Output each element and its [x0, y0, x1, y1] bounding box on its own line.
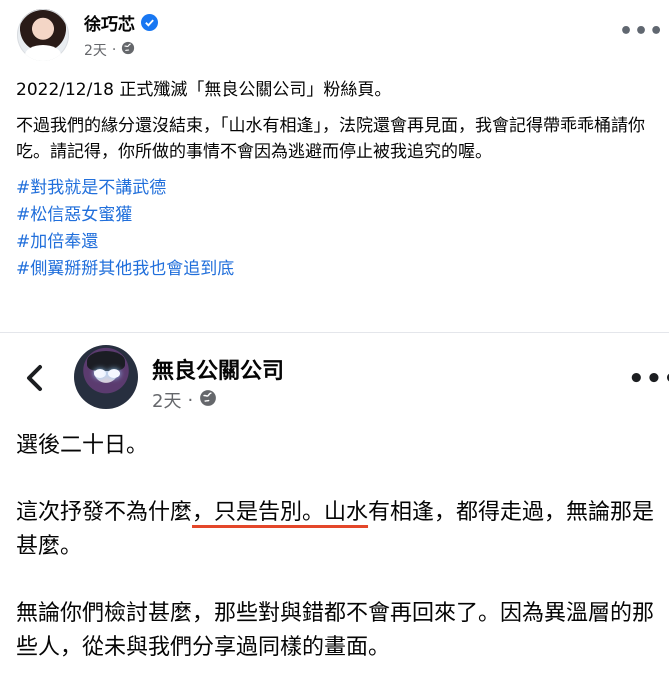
- screenshot-line: 選後二十日。: [16, 433, 149, 458]
- back-arrow-icon[interactable]: [24, 363, 46, 397]
- page-name[interactable]: 無良公關公司: [152, 353, 284, 385]
- screenshot-paragraph: 這次抒發不為什麼，只是告別。山水有相逢，都得走過，無論那是甚麼。: [16, 496, 656, 564]
- hashtag-link[interactable]: #側翼掰掰其他我也會追到底: [16, 256, 656, 283]
- avatar-shirt: [25, 45, 61, 61]
- more-options-icon[interactable]: •••: [628, 366, 669, 392]
- post-paragraph: 2022/12/18 正式殲滅「無良公關公司」粉絲頁。: [16, 80, 392, 100]
- hashtag-list: #對我就是不講武德 #松信惡女蜜獾 #加倍奉還 #側翼掰掰其他我也會追到底: [16, 175, 656, 283]
- author-avatar[interactable]: [17, 9, 69, 61]
- meta-separator: ·: [111, 42, 117, 58]
- page-avatar[interactable]: [74, 345, 138, 409]
- embedded-screenshot: 無良公關公司 2天 · ••• 選後二十日。 這次抒發不為什麼，只是告別。山水有…: [0, 333, 669, 664]
- avatar-eye: [94, 369, 106, 378]
- globe-icon[interactable]: [199, 389, 217, 412]
- avatar-hair: [87, 351, 125, 371]
- globe-icon[interactable]: [121, 41, 135, 59]
- text-segment: 這次抒發不為什麼: [16, 500, 193, 525]
- post-body: 2022/12/18 正式殲滅「無良公關公司」粉絲頁。 不過我們的緣分還沒結束，…: [16, 77, 656, 283]
- screenshot-paragraph: 無論你們檢討甚麼，那些對與錯都不會再回來了。因為異溫層的那些人，從未與我們分享過…: [16, 601, 655, 660]
- author-name[interactable]: 徐巧芯: [84, 10, 135, 35]
- verified-badge-icon: [141, 14, 158, 31]
- hashtag-link[interactable]: #對我就是不講武德: [16, 175, 656, 202]
- post-time[interactable]: 2天: [84, 40, 107, 60]
- avatar-eye: [108, 369, 120, 378]
- screenshot-body: 選後二十日。 這次抒發不為什麼，只是告別。山水有相逢，都得走過，無論那是甚麼。 …: [16, 429, 656, 698]
- facebook-post: 徐巧芯 2天 · ••• 2022/12/18 正式殲滅「無良公關公司」粉絲頁。…: [0, 0, 669, 332]
- post-meta: 2天 ·: [84, 40, 135, 60]
- meta-separator: ·: [187, 389, 194, 411]
- hashtag-link[interactable]: #松信惡女蜜獾: [16, 202, 656, 229]
- screenshot-meta: 2天 ·: [152, 387, 217, 413]
- underlined-text: ，只是告別。山水: [192, 500, 369, 525]
- post-author: 徐巧芯: [84, 10, 158, 35]
- screenshot-time[interactable]: 2天: [152, 387, 181, 413]
- hashtag-link[interactable]: #加倍奉還: [16, 229, 656, 256]
- more-options-icon[interactable]: •••: [619, 21, 664, 43]
- post-paragraph: 不過我們的緣分還沒結束，「山水有相逢」，法院還會再見面，我會記得帶乖乖桶請你吃。…: [16, 116, 645, 162]
